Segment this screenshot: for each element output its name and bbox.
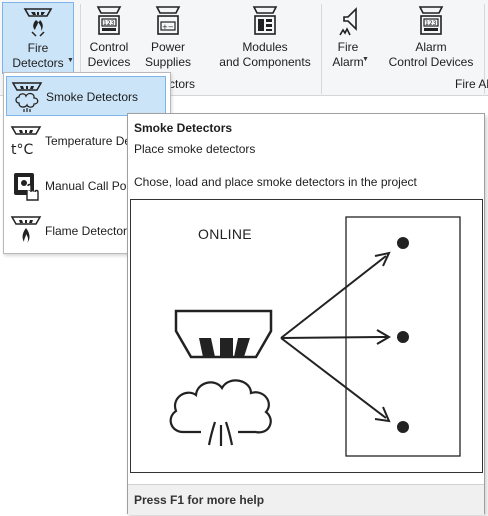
alarm-control-devices-button[interactable]: 123 Alarm Control Devices: [383, 2, 479, 74]
tooltip-description: Chose, load and place smoke detectors in…: [134, 175, 417, 189]
chevron-down-icon[interactable]: ▼: [362, 52, 369, 67]
power-supply-icon: +−: [153, 5, 183, 41]
control-panel-icon: 123: [94, 5, 124, 41]
module-icon: [250, 5, 280, 41]
menu-item-smoke-detectors[interactable]: Smoke Detectors: [6, 76, 166, 116]
alarm-control-icon: 123: [416, 5, 446, 41]
tooltip-footer: Press F1 for more help: [128, 484, 484, 515]
menu-item-label: Temperature De: [45, 134, 132, 148]
manual-call-point-icon: [10, 170, 42, 202]
svg-text:+−: +−: [162, 23, 174, 31]
fire-detectors-label: Fire Detectors: [12, 41, 64, 70]
fire-detectors-button[interactable]: Fire Detectors ▼: [2, 2, 74, 74]
svg-text:123: 123: [103, 20, 115, 27]
tooltip-illustration: ONLINE: [130, 199, 483, 473]
tooltip-subtitle: Place smoke detectors: [134, 142, 256, 156]
temperature-detector-icon: t°C: [10, 125, 42, 158]
menu-item-label: Manual Call Poi: [45, 179, 130, 193]
ribbon-separator: [321, 4, 322, 94]
chevron-down-icon[interactable]: ▼: [67, 53, 74, 68]
menu-item-label: Flame Detectors: [45, 224, 134, 238]
help-hint: Press F1 for more help: [134, 493, 265, 507]
smoke-detector-icon: [11, 81, 43, 113]
svg-text:123: 123: [425, 20, 437, 27]
fire-alarm-button[interactable]: Fire Alarm ▼: [326, 2, 370, 74]
control-devices-button[interactable]: 123 Control Devices: [85, 2, 133, 74]
group-label-detectors: ctors: [169, 77, 196, 91]
power-supplies-label: Power Supplies: [144, 40, 192, 69]
alarm-control-devices-label: Alarm Control Devices: [388, 40, 474, 69]
smoke-detector-illustration: [169, 216, 461, 457]
command-tooltip: Smoke Detectors Place smoke detectors Ch…: [127, 113, 485, 515]
flame-detector-icon: [10, 215, 42, 247]
modules-and-components-button[interactable]: Modules and Components: [215, 2, 315, 74]
sounder-icon: [334, 5, 362, 41]
tooltip-title: Smoke Detectors: [134, 121, 233, 135]
control-devices-label: Control Devices: [87, 40, 131, 69]
smoke-detector-icon: [22, 6, 54, 42]
group-label-fire-alarm: Fire Al: [455, 77, 488, 91]
svg-text:t°C: t°C: [11, 142, 33, 157]
menu-item-label: Smoke Detectors: [46, 90, 139, 104]
modules-and-components-label: Modules and Components: [219, 40, 311, 69]
power-supplies-button[interactable]: +− Power Supplies: [142, 2, 194, 74]
